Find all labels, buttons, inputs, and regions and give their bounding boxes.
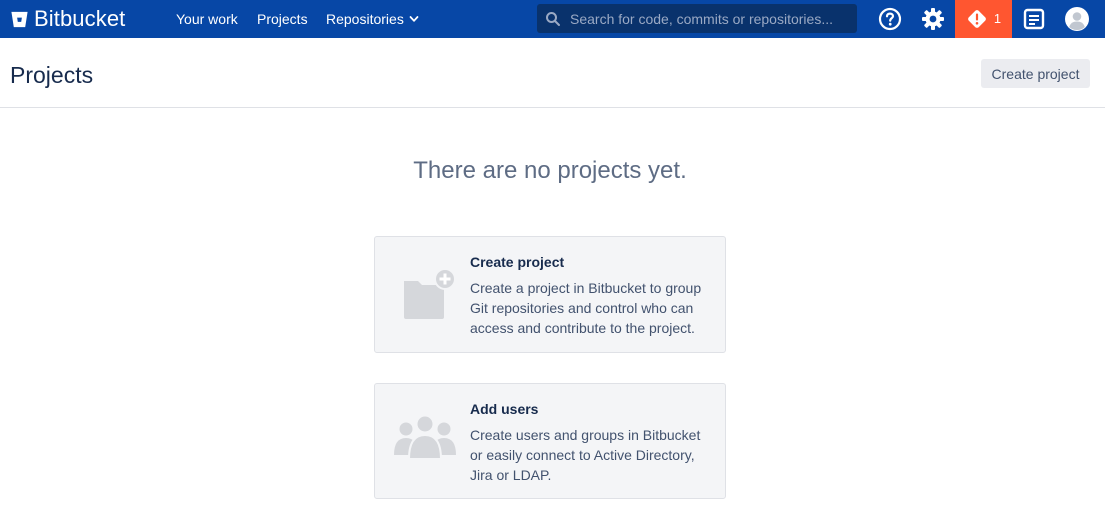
user-avatar[interactable] [1063,0,1091,38]
alert-icon [968,10,986,28]
nav-projects[interactable]: Projects [257,10,308,28]
bitbucket-logo-icon [11,11,28,27]
nav-repositories-label: Repositories [326,11,404,27]
card-title: Add users [470,401,539,417]
top-navigation-bar: Bitbucket Your work Projects Repositorie… [0,0,1105,38]
add-users-card[interactable]: Add users Create users and groups in Bit… [374,383,726,499]
nav-your-work[interactable]: Your work [176,10,238,28]
nav-repositories[interactable]: Repositories [326,10,419,28]
avatar-icon [1065,7,1089,31]
notes-icon [1023,8,1045,30]
card-description: Create users and groups in Bitbucket or … [470,427,701,483]
help-button[interactable] [877,0,903,38]
page-title: Projects [10,62,94,88]
create-project-button[interactable]: Create project [981,59,1090,88]
settings-button[interactable] [920,0,946,38]
notes-button[interactable] [1020,0,1048,38]
header-divider [0,107,1105,108]
search-icon [546,11,560,26]
chevron-down-icon [409,16,419,22]
search-box [537,4,857,33]
create-project-card[interactable]: Create project Create a project in Bitbu… [374,236,726,353]
card-description: Create a project in Bitbucket to group G… [470,280,702,336]
empty-state-heading: There are no projects yet. [413,157,687,184]
logo-text: Bitbucket [34,6,126,31]
users-icon [394,414,456,460]
help-icon [878,7,902,31]
gear-icon [922,8,944,30]
card-title: Create project [470,254,565,270]
search-input[interactable] [561,4,857,33]
bitbucket-logo[interactable]: Bitbucket [10,6,125,32]
folder-plus-icon [404,268,456,319]
alert-count: 1 [993,11,1002,26]
alerts-button[interactable]: 1 [955,0,1012,38]
